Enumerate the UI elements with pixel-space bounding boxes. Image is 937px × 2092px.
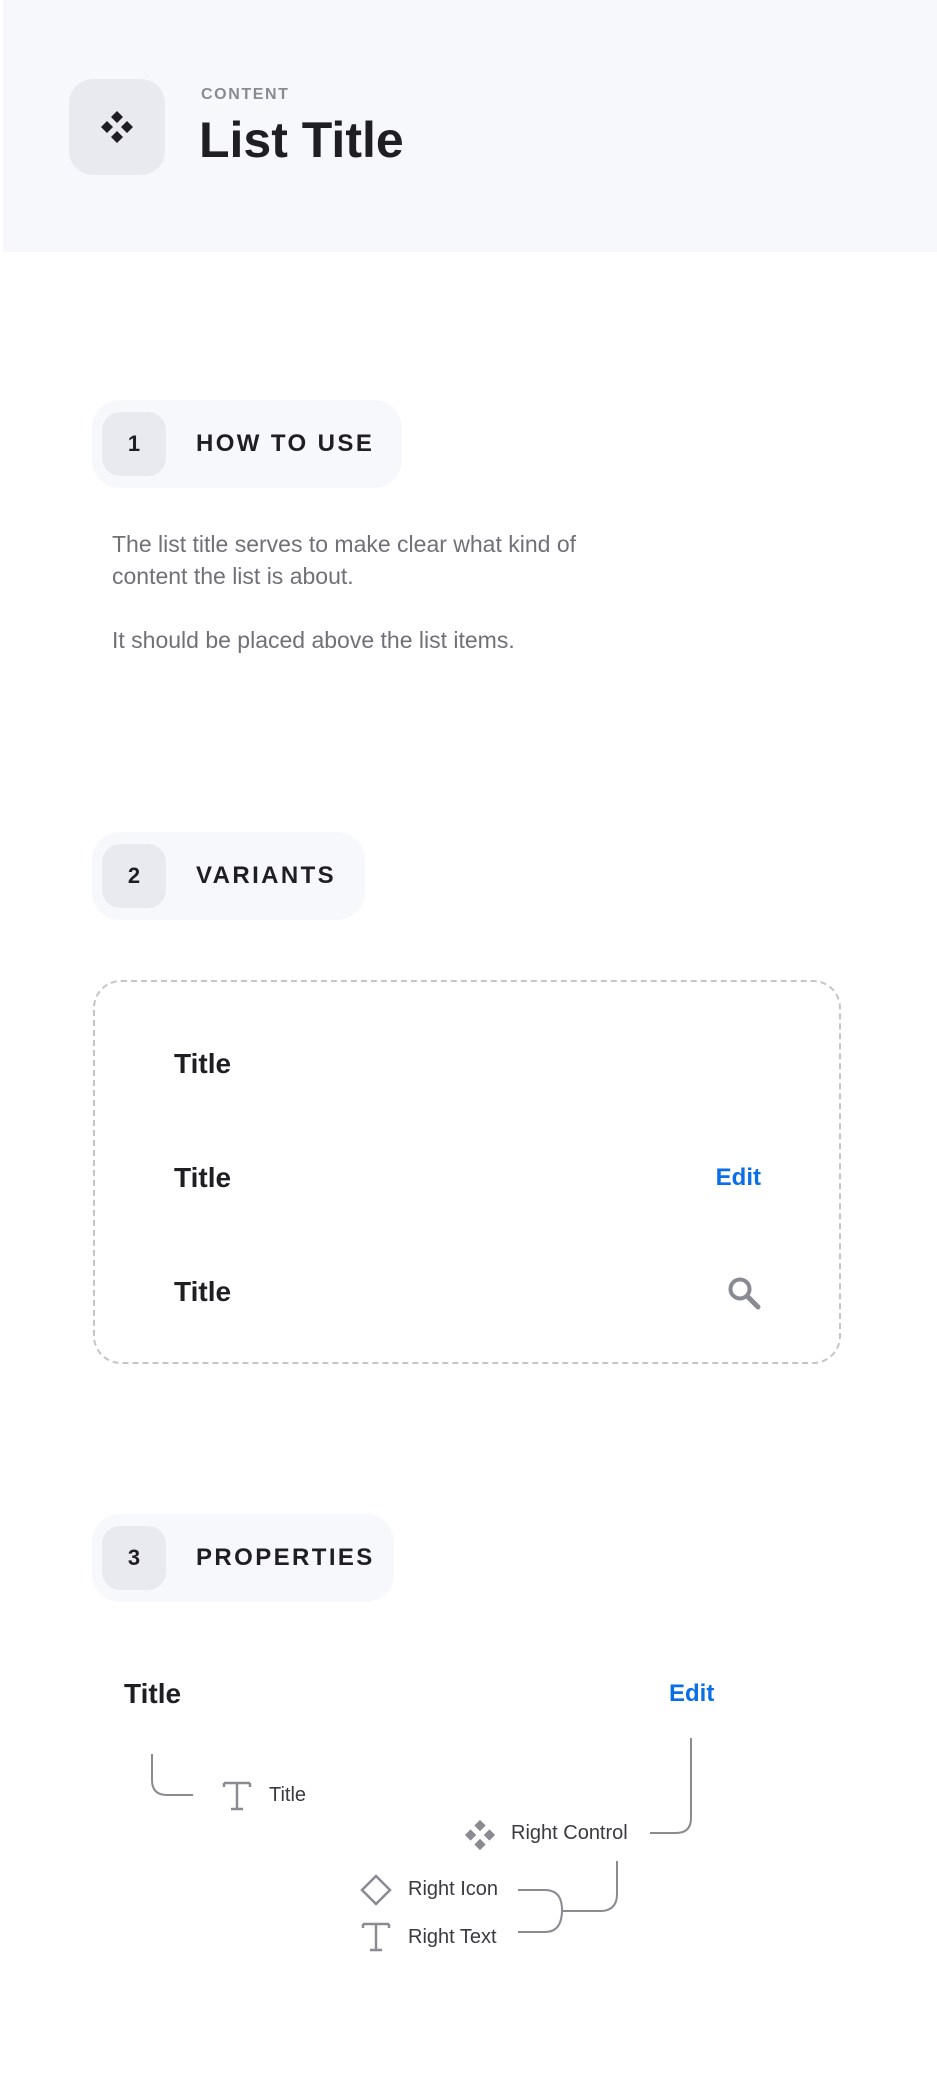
section-variants: 2 VARIANTS bbox=[92, 832, 365, 920]
variant-1-title: Title bbox=[174, 1048, 232, 1079]
properties-title-preview: Title bbox=[124, 1678, 182, 1709]
properties-edit-preview[interactable]: Edit bbox=[669, 1680, 714, 1708]
property-label-title: Title bbox=[269, 1784, 307, 1806]
component-icon bbox=[464, 1819, 496, 1851]
property-label-right-control: Right Control bbox=[511, 1822, 628, 1844]
variant-2-title: Title bbox=[174, 1162, 232, 1193]
component-icon bbox=[101, 111, 133, 143]
header-kicker: CONTENT bbox=[201, 86, 290, 103]
section-how-to-use: 1 HOW TO USE bbox=[92, 400, 402, 488]
section-number: 3 bbox=[102, 1526, 166, 1590]
how-to-use-description: The list title serves to make clear what… bbox=[112, 528, 582, 656]
section-number: 2 bbox=[102, 844, 166, 908]
property-label-right-text: Right Text bbox=[408, 1926, 497, 1948]
text-icon bbox=[361, 1922, 391, 1952]
text-icon bbox=[222, 1781, 252, 1811]
description-paragraph: It should be placed above the list items… bbox=[112, 627, 515, 653]
search-icon[interactable] bbox=[727, 1276, 761, 1310]
section-properties: 3 PROPERTIES bbox=[92, 1514, 394, 1602]
variant-3-title: Title bbox=[174, 1276, 232, 1307]
page-title: List Title bbox=[199, 112, 404, 168]
diamond-icon bbox=[360, 1874, 392, 1906]
section-number: 1 bbox=[102, 412, 166, 476]
variant-2-edit-button[interactable]: Edit bbox=[716, 1164, 761, 1192]
section-label: VARIANTS bbox=[196, 862, 337, 889]
variants-container: Title Title Edit Title bbox=[93, 980, 841, 1364]
logo-tile bbox=[69, 79, 165, 175]
section-label: PROPERTIES bbox=[196, 1544, 375, 1571]
property-label-right-icon: Right Icon bbox=[408, 1878, 499, 1900]
description-paragraph: The list title serves to make clear what… bbox=[112, 531, 577, 589]
page-header: CONTENT List Title bbox=[3, 0, 937, 252]
section-label: HOW TO USE bbox=[196, 430, 375, 457]
